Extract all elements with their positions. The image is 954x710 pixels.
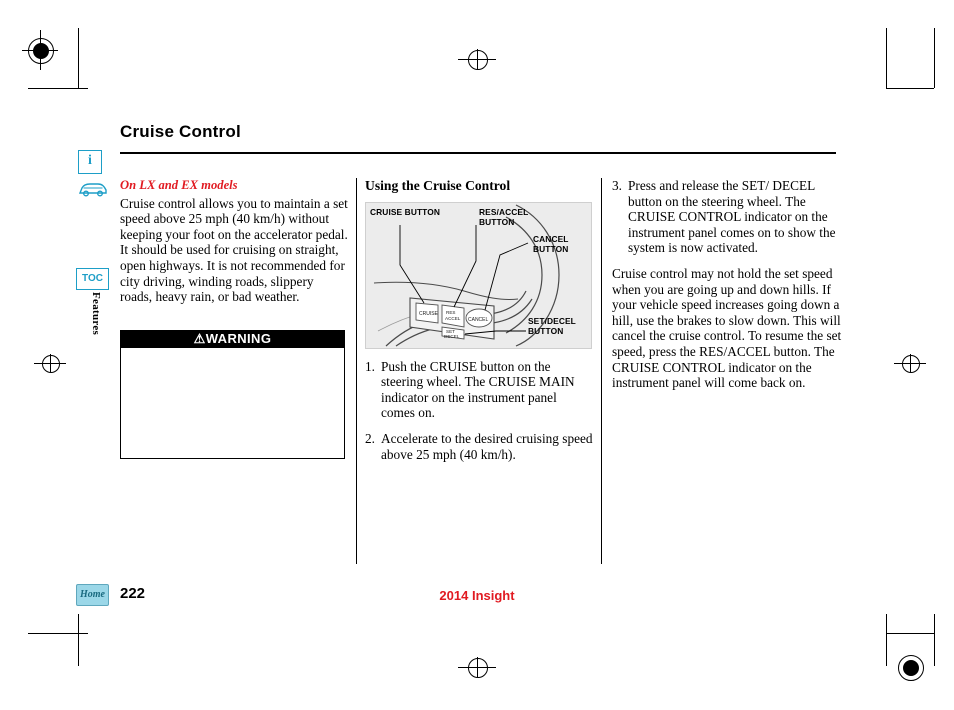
vehicle-icon-glyph [78, 183, 107, 197]
warning-box: ⚠WARNING [120, 330, 345, 459]
toc-button-label: TOC [82, 273, 103, 284]
svg-text:ACCEL: ACCEL [445, 316, 461, 321]
step-number: 1. [365, 358, 375, 374]
step-number: 3. [612, 178, 622, 193]
info-icon[interactable]: i [78, 150, 106, 174]
step-text: Push the CRUISE button on the steering w… [381, 358, 575, 421]
step-number: 2. [365, 430, 375, 446]
warning-triangle-icon: ⚠ [193, 331, 206, 346]
figure-label-res-accel-button: RES/ACCEL BUTTON [479, 206, 529, 227]
crop-mark-br-v [886, 614, 887, 666]
step-item: 1. Push the CRUISE button on the steerin… [365, 359, 593, 421]
section-heading: Using the Cruise Control [365, 178, 511, 193]
warning-header: ⚠WARNING [120, 330, 345, 348]
step-item: 2. Accelerate to the desired cruising sp… [365, 431, 593, 462]
model-year-footer: 2014 Insight [439, 588, 515, 603]
page-title: Cruise Control [120, 122, 241, 141]
warning-label-text: WARNING [205, 331, 272, 346]
crop-mark-tr-v [886, 28, 887, 88]
section-tab-label: Features [90, 292, 102, 336]
column-divider-2 [601, 178, 602, 564]
svg-text:DECEL: DECEL [444, 334, 460, 339]
steering-wheel-figure: CRUISE RES ACCEL CANCEL SET DECEL CRUISE… [365, 201, 592, 349]
figure-label-cancel-button: CANCEL BUTTON [533, 233, 569, 254]
column-3: 3. Press and release the SET/ DECEL butt… [612, 178, 844, 399]
icon-rail: i [78, 150, 110, 210]
figure-label-cruise-button: CRUISE BUTTON [370, 206, 441, 217]
closing-paragraph: Cruise control may not hold the set spee… [612, 265, 842, 391]
info-icon-letter: i [88, 153, 92, 168]
svg-text:CRUISE: CRUISE [419, 311, 439, 317]
vehicle-icon[interactable] [78, 180, 107, 200]
step-text: Press and release the SET/ DECEL button … [628, 178, 836, 256]
toc-button[interactable]: TOC [76, 268, 109, 290]
crop-mark-tr-v2 [934, 28, 935, 88]
manual-page: Cruise Control i TOC Features On LX and … [0, 0, 954, 710]
svg-text:CANCEL: CANCEL [468, 317, 489, 323]
column-divider-1 [356, 178, 357, 564]
crop-mark-tl-h [28, 88, 88, 89]
crop-mark-tl-v [78, 28, 79, 88]
step-item: 3. Press and release the SET/ DECEL butt… [612, 178, 844, 256]
column-2: Using the Cruise Control CRUISE RES ACCE… [365, 178, 593, 472]
crop-mark-tr-h [886, 88, 934, 89]
crop-mark-br-v2 [934, 614, 935, 666]
model-note: On LX and EX models [120, 178, 238, 192]
svg-text:RES: RES [446, 310, 455, 315]
crop-mark-bl-h [28, 633, 88, 634]
warning-body [120, 348, 345, 459]
crop-mark-bl-v [78, 614, 79, 666]
crop-mark-br-h [886, 633, 934, 634]
step-text: Accelerate to the desired cruising speed… [381, 430, 593, 462]
header-divider [120, 152, 836, 154]
warning-label: ⚠WARNING [120, 331, 345, 347]
intro-paragraph: Cruise control allows you to maintain a … [120, 195, 348, 305]
column-1: On LX and EX models Cruise control allow… [120, 178, 348, 313]
figure-label-set-decel-button: SET/DECEL BUTTON [528, 315, 576, 336]
